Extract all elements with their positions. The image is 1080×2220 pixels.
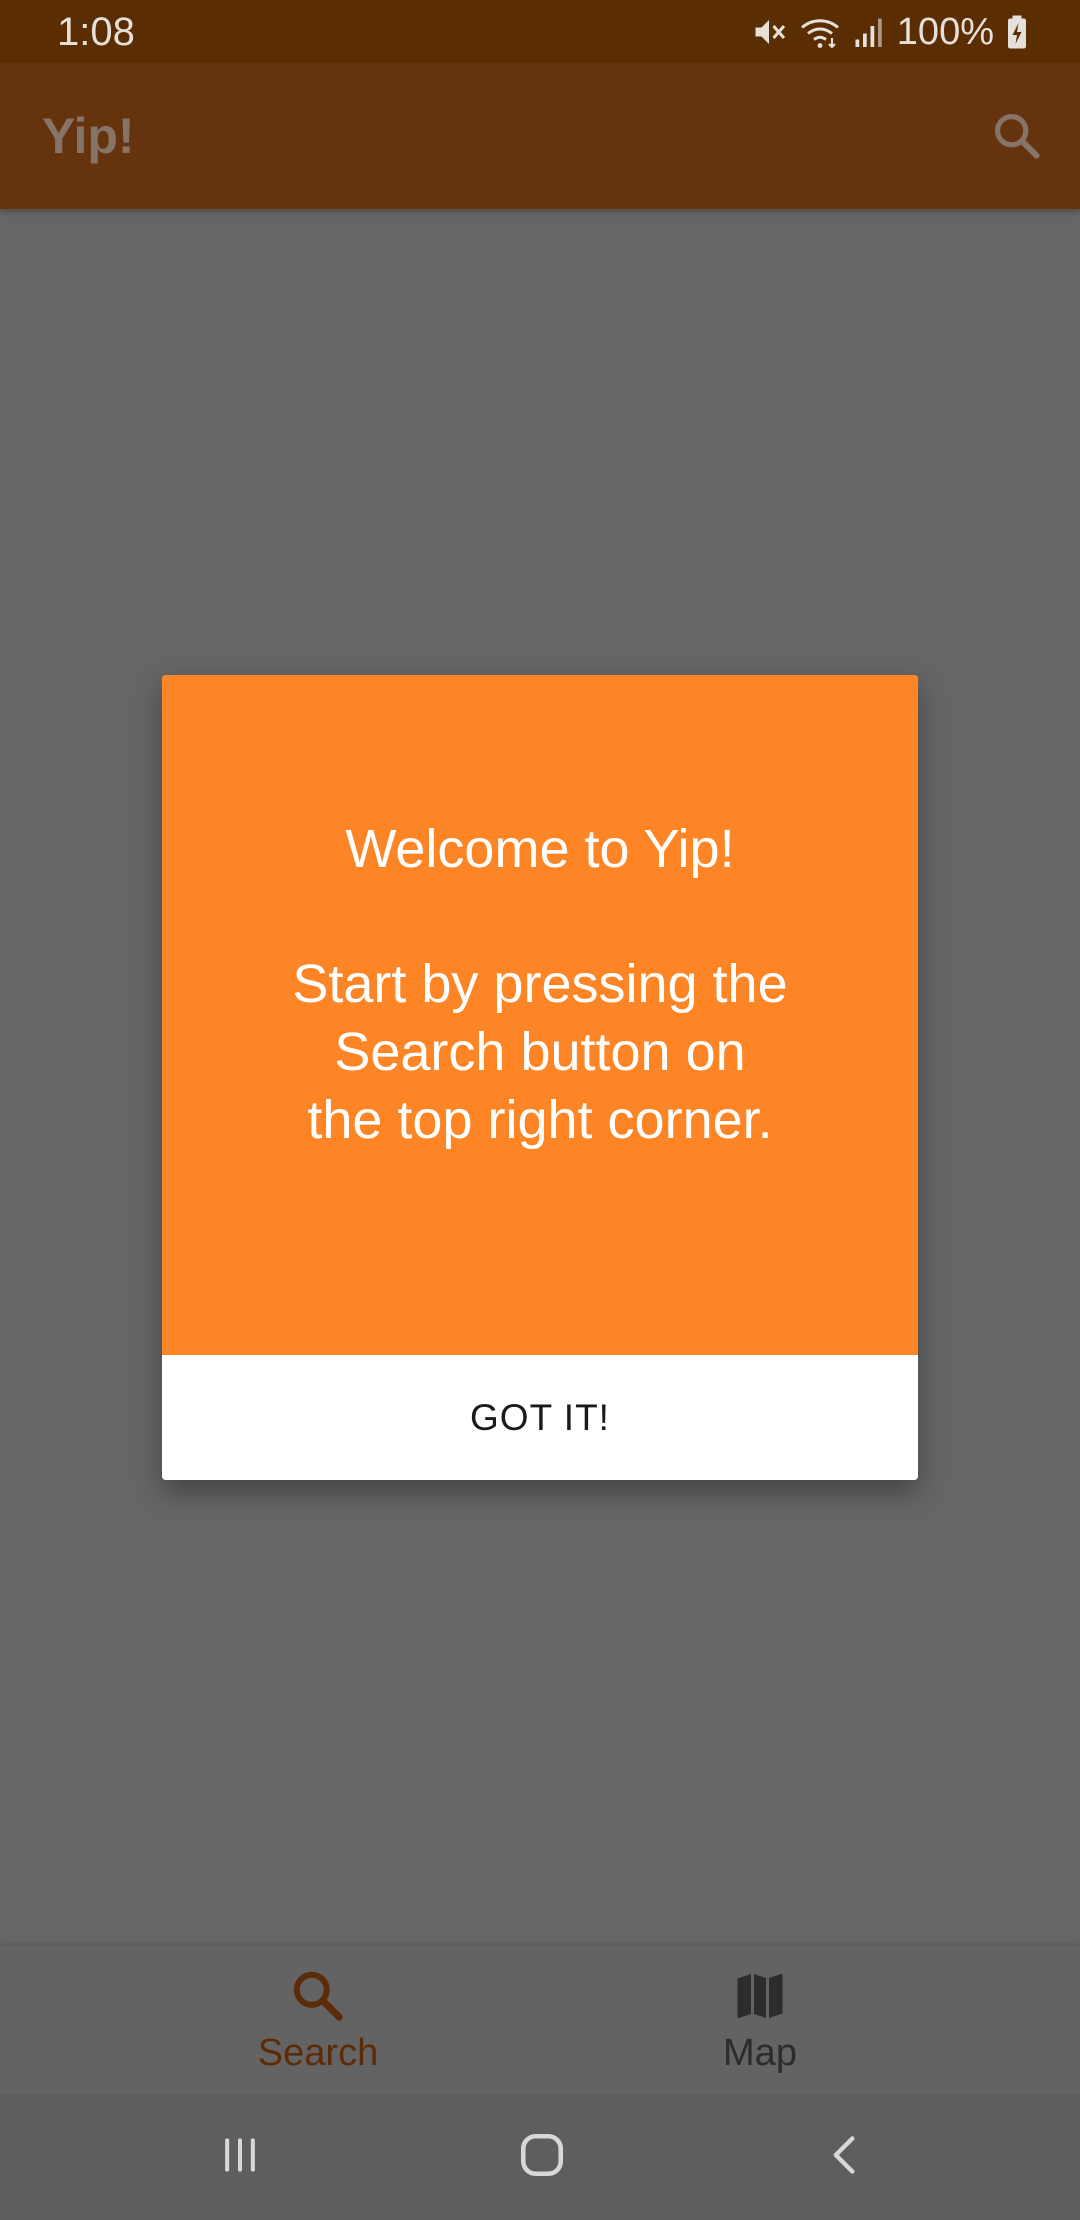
dialog-footer: GOT IT! [162, 1355, 918, 1480]
status-bar: 1:08 100% [0, 0, 1080, 63]
search-icon [990, 109, 1042, 166]
dialog-message: Start by pressing the Search button on t… [292, 954, 788, 1150]
status-icons: 100% [751, 10, 1028, 54]
recents-icon [218, 2133, 262, 2182]
got-it-button[interactable]: GOT IT! [470, 1397, 610, 1439]
dialog-welcome-text: Welcome to Yip! [345, 819, 735, 879]
nav-item-map[interactable]: Map [610, 1946, 910, 2094]
bottom-navigation: Search Map [0, 1946, 1080, 2094]
nav-item-search[interactable]: Search [168, 1946, 468, 2094]
nav-label-map: Map [723, 2032, 797, 2074]
map-icon [730, 1966, 790, 2026]
back-button[interactable] [810, 2124, 880, 2190]
app-bar: Yip! [0, 63, 1080, 209]
home-button[interactable] [507, 2124, 577, 2190]
screen: 1:08 100% Yip! Welcome to Yip! Start by … [0, 0, 1080, 2220]
battery-percentage: 100% [896, 11, 994, 53]
signal-icon [853, 14, 885, 50]
dialog-body: Welcome to Yip! Start by pressing the Se… [162, 675, 918, 1355]
recents-button[interactable] [205, 2124, 275, 2190]
battery-charging-icon [1006, 14, 1028, 50]
mute-icon [751, 14, 787, 50]
search-button[interactable] [986, 107, 1046, 167]
wifi-icon [799, 14, 841, 50]
nav-label-search: Search [257, 2032, 379, 2074]
back-icon [823, 2133, 867, 2182]
search-icon [288, 1966, 348, 2026]
system-navigation [0, 2094, 1080, 2220]
home-icon [517, 2130, 567, 2185]
status-time: 1:08 [57, 10, 135, 54]
welcome-dialog: Welcome to Yip! Start by pressing the Se… [162, 675, 918, 1480]
app-title: Yip! [42, 108, 135, 164]
